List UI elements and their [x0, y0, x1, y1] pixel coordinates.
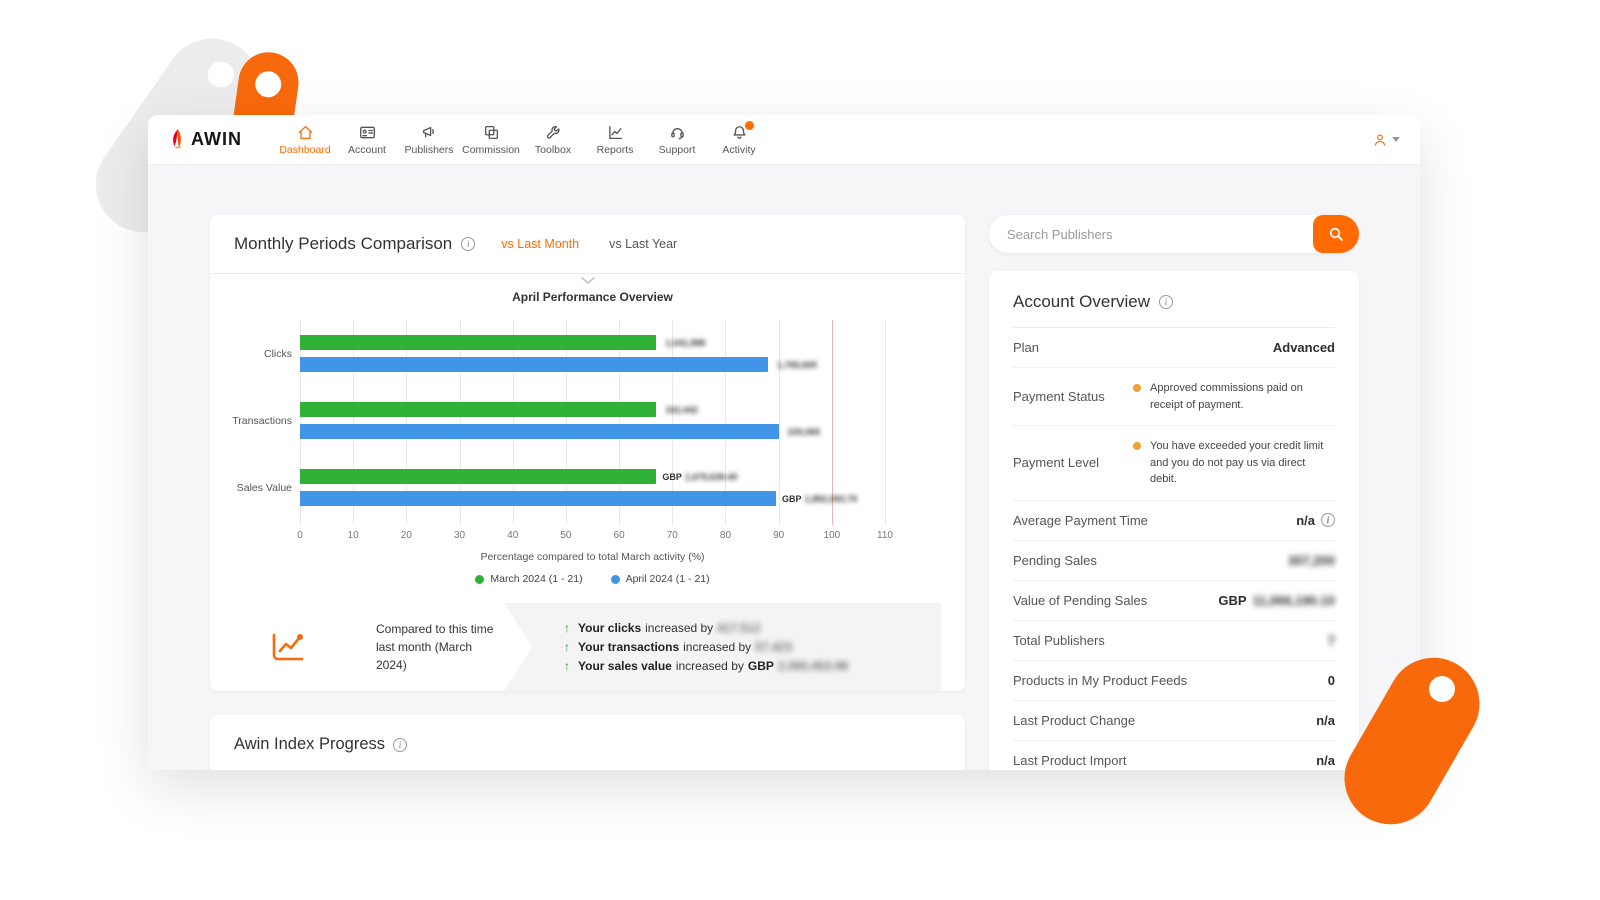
- id-card-icon: [359, 124, 376, 141]
- row-products-in-feeds: Products in My Product Feeds 0: [1013, 661, 1335, 701]
- info-icon[interactable]: i: [393, 738, 407, 752]
- up-arrow-icon: ↑: [564, 621, 570, 635]
- publisher-search: [989, 215, 1359, 253]
- tab-vs-last-year[interactable]: vs Last Year: [609, 237, 677, 251]
- search-icon: [1328, 226, 1344, 242]
- stacked-cards-icon: [483, 124, 500, 141]
- search-input[interactable]: [989, 227, 1359, 242]
- nav-account[interactable]: Account: [338, 119, 396, 160]
- category-label: Sales Value: [204, 482, 292, 494]
- status-dot: [1133, 442, 1141, 450]
- chart-legend: March 2024 (1 - 21) April 2024 (1 - 21): [300, 573, 885, 585]
- tab-vs-last-month[interactable]: vs Last Month: [501, 237, 579, 251]
- nav-reports[interactable]: Reports: [586, 119, 644, 160]
- summary-context: Compared to this time last month (March …: [376, 620, 496, 674]
- summary-transactions: ↑ Your transactionsincreased by 57,423: [564, 640, 848, 654]
- bar-group-sales-value: Sales Value GBP1,675,639.40 GBP1,892,093…: [300, 469, 885, 506]
- chevron-down-icon: [1392, 137, 1400, 142]
- content-area: Monthly Periods Comparison i vs Last Mon…: [148, 165, 1420, 770]
- comparison-tabs: vs Last Month vs Last Year: [501, 237, 677, 251]
- bar-april-sales-value: GBP1,892,093.79: [300, 491, 776, 506]
- monthly-periods-card: Monthly Periods Comparison i vs Last Mon…: [210, 215, 965, 691]
- line-chart-icon: [607, 124, 624, 141]
- user-icon: [1372, 132, 1388, 148]
- legend-march: March 2024 (1 - 21): [475, 573, 582, 585]
- legend-april: April 2024 (1 - 21): [611, 573, 710, 585]
- x-axis: 0 10 20 30 40 50 60 70 80 90 100 110: [300, 530, 885, 545]
- row-average-payment-time: Average Payment Time n/a i: [1013, 501, 1335, 541]
- row-payment-level: Payment Level You have exceeded your cre…: [1013, 426, 1335, 501]
- chart-increase-icon: [270, 631, 306, 663]
- summary-clicks: ↑ Your clicksincreased by 417,512: [564, 621, 848, 635]
- nav-label: Reports: [597, 144, 634, 156]
- bar-march-sales-value: GBP1,675,639.40: [300, 469, 656, 484]
- row-last-product-import: Last Product Import n/a: [1013, 741, 1335, 771]
- row-plan: Plan Advanced: [1013, 328, 1335, 368]
- info-icon[interactable]: i: [1159, 295, 1173, 309]
- row-value-of-pending-sales: Value of Pending Sales GBP 11,066,190.10: [1013, 581, 1335, 621]
- summary-sales-value: ↑ Your sales valueincreased by GBP 2,060…: [564, 659, 848, 673]
- brand-name: AWIN: [191, 129, 242, 150]
- bar-march-clicks: 1,041,988: [300, 335, 656, 350]
- bar-april-clicks: 1,765,600: [300, 357, 768, 372]
- legend-dot-march: [475, 575, 484, 584]
- user-menu[interactable]: [1372, 132, 1400, 148]
- nav-support[interactable]: Support: [648, 119, 706, 160]
- notification-badge: [745, 121, 754, 130]
- awin-logo[interactable]: AWIN: [168, 128, 242, 152]
- summary-lines: ↑ Your clicksincreased by 417,512 ↑ Your…: [564, 621, 848, 673]
- card-title: Account Overview i: [1013, 271, 1335, 328]
- plot-area: Clicks 1,041,988 1,765,600 Transactions: [300, 320, 885, 525]
- nav-label: Support: [659, 144, 696, 156]
- nav-label: Account: [348, 144, 386, 156]
- nav-publishers[interactable]: Publishers: [400, 119, 458, 160]
- up-arrow-icon: ↑: [564, 659, 570, 673]
- awin-flame-icon: [168, 128, 188, 152]
- monthly-card-header: Monthly Periods Comparison i vs Last Mon…: [210, 215, 965, 274]
- home-icon: [297, 124, 314, 141]
- nav-commission[interactable]: Commission: [462, 119, 520, 160]
- info-icon[interactable]: i: [1321, 513, 1335, 527]
- nav-label: Toolbox: [535, 144, 571, 156]
- row-pending-sales: Pending Sales 307,200: [1013, 541, 1335, 581]
- top-navbar: AWIN Dashboard Account: [148, 115, 1420, 165]
- up-arrow-icon: ↑: [564, 640, 570, 654]
- row-total-publishers: Total Publishers 7: [1013, 621, 1335, 661]
- row-last-product-change: Last Product Change n/a: [1013, 701, 1335, 741]
- performance-chart: April Performance Overview Clicks 1,04: [210, 274, 965, 585]
- account-overview-card: Account Overview i Plan Advanced Payment…: [989, 271, 1359, 770]
- awin-dashboard-window: AWIN Dashboard Account: [148, 115, 1420, 770]
- card-title: Awin Index Progress i: [234, 735, 941, 754]
- row-payment-status: Payment Status Approved commissions paid…: [1013, 368, 1335, 426]
- x-axis-label: Percentage compared to total March activ…: [300, 551, 885, 563]
- megaphone-icon: [421, 124, 438, 141]
- headset-icon: [669, 124, 686, 141]
- wrench-icon: [545, 124, 562, 141]
- nav-label: Dashboard: [279, 144, 330, 156]
- nav-label: Publishers: [404, 144, 453, 156]
- card-title: Monthly Periods Comparison: [234, 234, 452, 254]
- awin-index-card: Awin Index Progress i: [210, 715, 965, 770]
- info-icon[interactable]: i: [461, 237, 475, 251]
- nav-label: Activity: [722, 144, 755, 156]
- comparison-summary: Compared to this time last month (March …: [234, 603, 941, 691]
- nav-label: Commission: [462, 144, 520, 156]
- status-dot: [1133, 384, 1141, 392]
- search-button[interactable]: [1313, 215, 1359, 253]
- bar-group-transactions: Transactions 162,442 225,065: [300, 402, 885, 439]
- bell-icon: [731, 124, 748, 141]
- category-label: Clicks: [204, 348, 292, 360]
- nav-toolbox[interactable]: Toolbox: [524, 119, 582, 160]
- legend-dot-april: [611, 575, 620, 584]
- bar-april-transactions: 225,065: [300, 424, 779, 439]
- category-label: Transactions: [204, 415, 292, 427]
- bar-march-transactions: 162,442: [300, 402, 656, 417]
- nav-dashboard[interactable]: Dashboard: [276, 119, 334, 160]
- chart-title: April Performance Overview: [300, 290, 885, 304]
- nav-activity[interactable]: Activity: [710, 119, 768, 160]
- main-nav: Dashboard Account Publishers: [276, 119, 768, 160]
- bar-group-clicks: Clicks 1,041,988 1,765,600: [300, 335, 885, 372]
